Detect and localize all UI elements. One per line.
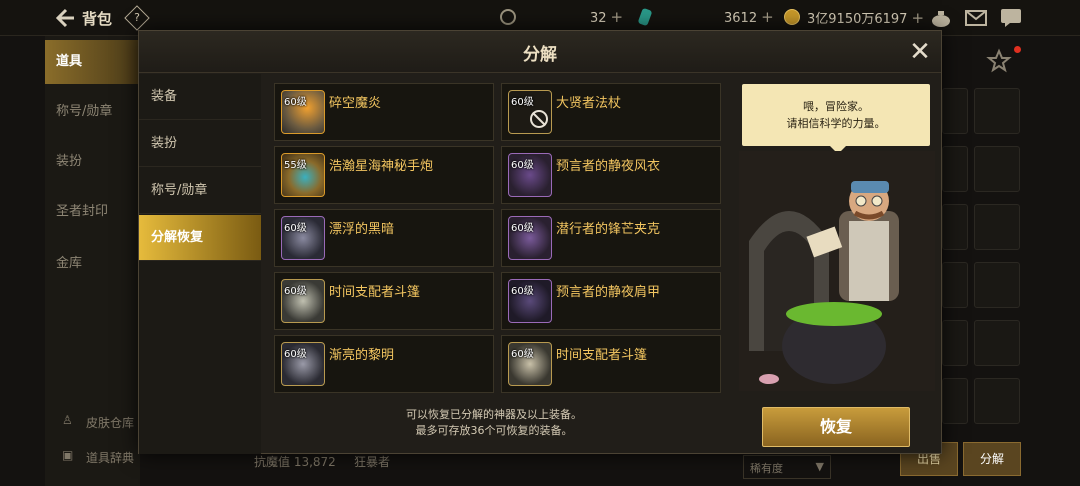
bg-nav-item-avatar[interactable]: 装扮 <box>45 140 140 184</box>
restore-button[interactable]: 恢复 <box>762 407 910 447</box>
tab-disassemble-restore[interactable]: 分解恢复 <box>139 215 261 261</box>
item-name: 浩瀚星海神秘手炮 <box>329 159 434 174</box>
disassemble-modal: 分解 ✕ 装备 装扮 称号/勋章 分解恢复 60级 碎空魔炎 60级 大贤者法杖… <box>138 30 942 454</box>
inventory-slot[interactable] <box>974 262 1020 308</box>
helmet-icon: 60级 <box>281 342 325 386</box>
skin-storage-link[interactable]: 皮肤仓库 <box>86 414 134 431</box>
restorable-item[interactable]: 60级 时间支配者斗篷 <box>501 335 721 393</box>
restorable-item[interactable]: 60级 预言者的静夜肩甲 <box>501 272 721 330</box>
inventory-slot[interactable] <box>942 378 968 424</box>
gem-icon <box>637 7 653 27</box>
notification-dot <box>1014 46 1021 53</box>
restorable-item[interactable]: 60级 渐亮的黎明 <box>274 335 494 393</box>
npc-scientist-illustration <box>739 151 935 391</box>
item-name: 漂浮的黑暗 <box>329 222 395 237</box>
back-arrow-icon[interactable] <box>52 6 76 30</box>
inventory-slot[interactable] <box>942 320 968 366</box>
chevron-down-icon: ▼ <box>815 460 824 473</box>
item-name: 碎空魔炎 <box>329 96 382 111</box>
locked-icon <box>530 110 548 128</box>
cloak-icon: 60级 <box>508 342 552 386</box>
item-name: 预言者的静夜肩甲 <box>556 285 661 300</box>
hand-cannon-icon: 55级 <box>281 153 325 197</box>
restore-note: 可以恢复已分解的神器及以上装备。 最多可存放36个可恢复的装备。 <box>406 408 582 437</box>
inventory-slot[interactable] <box>942 262 968 308</box>
item-name: 潜行者的锋芒夹克 <box>556 222 661 237</box>
restorable-item[interactable]: 60级 时间支配者斗篷 <box>274 272 494 330</box>
npc-speech-bubble: 喂，冒险家。 请相信科学的力量。 <box>742 84 930 154</box>
jacket-icon: 60级 <box>508 216 552 260</box>
restorable-item[interactable]: 60级 大贤者法杖 <box>501 83 721 141</box>
currency-gold: 3亿9150万6197 + <box>807 9 925 27</box>
currency-a: 32 + <box>590 8 624 26</box>
item-dictionary-link[interactable]: 道具辞典 <box>86 449 134 466</box>
restorable-item[interactable]: 60级 潜行者的锋芒夹克 <box>501 209 721 267</box>
inventory-slot[interactable] <box>974 378 1020 424</box>
inventory-slot[interactable] <box>942 204 968 250</box>
modal-tabs: 装备 装扮 称号/勋章 分解恢复 <box>139 74 261 454</box>
modal-header: 分解 ✕ <box>139 31 941 73</box>
bg-nav-item-items[interactable]: 道具 <box>45 40 140 84</box>
tab-titles[interactable]: 称号/勋章 <box>139 168 261 214</box>
inventory-slot[interactable] <box>942 146 968 192</box>
armor-icon: 60级 <box>281 216 325 260</box>
resist-value: 抗魔值 13,872 <box>254 455 336 469</box>
bg-nav-item-seal[interactable]: 圣者封印 <box>45 190 140 234</box>
tab-avatar[interactable]: 装扮 <box>139 121 261 167</box>
cloak-icon: 60级 <box>281 279 325 323</box>
page-title: 背包 <box>82 10 113 28</box>
add-currency-a-button[interactable]: + <box>611 8 624 26</box>
shoulder-icon: 60级 <box>508 279 552 323</box>
modal-title: 分解 <box>523 45 557 65</box>
bg-nav-item-titles[interactable]: 称号/勋章 <box>45 90 140 134</box>
restorable-item[interactable]: 60级 预言者的静夜风衣 <box>501 146 721 204</box>
mail-icon[interactable] <box>965 8 987 28</box>
add-currency-b-button[interactable]: + <box>761 8 774 26</box>
item-name: 时间支配者斗篷 <box>329 285 421 300</box>
star-badge-icon[interactable] <box>986 48 1012 74</box>
skin-storage-icon[interactable]: ♙ <box>62 413 73 427</box>
tab-equipment[interactable]: 装备 <box>139 74 261 120</box>
bg-nav-item-vault[interactable]: 金库 <box>45 242 140 286</box>
item-name: 渐亮的黎明 <box>329 348 395 363</box>
inventory-slot[interactable] <box>974 146 1020 192</box>
inventory-slot[interactable] <box>942 88 968 134</box>
pot-icon[interactable] <box>930 8 952 28</box>
restorable-item[interactable]: 60级 漂浮的黑暗 <box>274 209 494 267</box>
inventory-slot[interactable] <box>974 320 1020 366</box>
gold-coin-icon <box>784 9 800 25</box>
restorable-item[interactable]: 60级 碎空魔炎 <box>274 83 494 141</box>
dictionary-icon[interactable]: ▣ <box>62 448 73 462</box>
restorable-item[interactable]: 55级 浩瀚星海神秘手炮 <box>274 146 494 204</box>
coin-c-icon <box>500 9 516 25</box>
item-name: 预言者的静夜风衣 <box>556 159 661 174</box>
chat-icon[interactable] <box>1000 8 1022 28</box>
item-name: 时间支配者斗篷 <box>556 348 648 363</box>
class-label: 狂暴者 <box>354 455 391 469</box>
coat-icon: 60级 <box>508 153 552 197</box>
help-icon[interactable]: ? <box>124 5 150 31</box>
close-icon[interactable]: ✕ <box>907 39 933 65</box>
inventory-slot[interactable] <box>974 88 1020 134</box>
add-gold-button[interactable]: + <box>911 9 924 27</box>
disassemble-button[interactable]: 分解 <box>963 442 1021 476</box>
weapon-icon: 60级 <box>281 90 325 134</box>
item-name: 大贤者法杖 <box>556 96 622 111</box>
sort-dropdown[interactable]: 稀有度 ▼ <box>743 455 831 479</box>
currency-b: 3612 + <box>724 8 774 26</box>
inventory-slot[interactable] <box>974 204 1020 250</box>
